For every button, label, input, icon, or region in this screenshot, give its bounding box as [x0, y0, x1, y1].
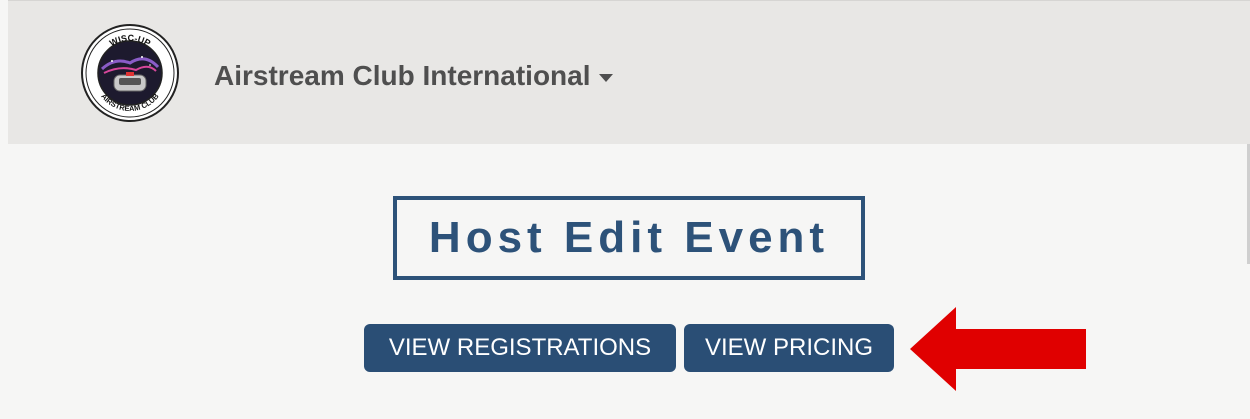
- page-title-box: Host Edit Event: [393, 196, 865, 280]
- view-registrations-button[interactable]: VIEW REGISTRATIONS: [364, 324, 676, 372]
- org-name: Airstream Club International: [214, 60, 591, 91]
- page: WISC-UP AIRSTREAM CLUB Airstream Club In…: [0, 0, 1250, 419]
- site-header: WISC-UP AIRSTREAM CLUB Airstream Club In…: [8, 0, 1250, 144]
- org-dropdown-toggle[interactable]: Airstream Club International: [214, 60, 613, 92]
- page-title: Host Edit Event: [428, 213, 830, 262]
- club-logo[interactable]: WISC-UP AIRSTREAM CLUB: [80, 23, 180, 123]
- view-pricing-button[interactable]: VIEW PRICING: [684, 324, 894, 372]
- caret-down-icon: [598, 74, 613, 82]
- red-arrow-icon: [910, 307, 1086, 391]
